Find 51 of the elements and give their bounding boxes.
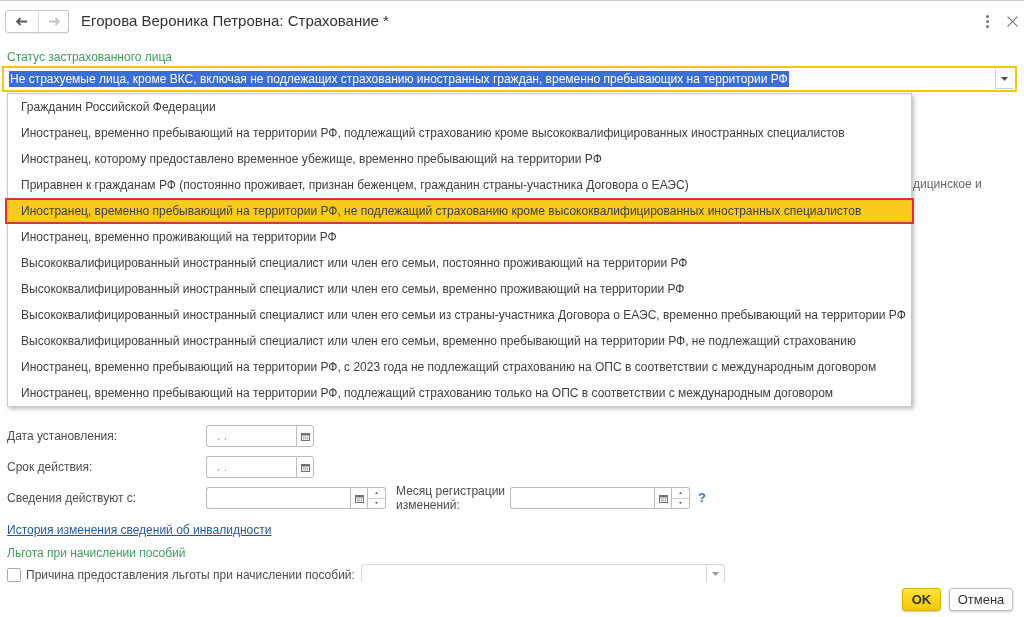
field-label: Дата установления: bbox=[7, 428, 119, 444]
calendar-icon bbox=[354, 493, 364, 503]
history-link[interactable]: История изменения сведений об инвалидности bbox=[7, 522, 272, 538]
field-label: дицинское и bbox=[913, 176, 982, 192]
dropdown-option[interactable]: Высококвалифицированный иностранный специалист или член его семьи из страны-участника Договора о ЕАЭС, временно пребывающий на территории РФ bbox=[8, 302, 911, 328]
date-field[interactable]: . . bbox=[206, 456, 296, 478]
window-title: Егорова Вероника Петровна: Страхование * bbox=[81, 12, 389, 30]
back-button[interactable] bbox=[5, 9, 39, 33]
dropdown-button[interactable] bbox=[995, 69, 1013, 89]
field-label: Срок действия: bbox=[7, 459, 94, 475]
section-title: Льгота при начислении пособий bbox=[7, 545, 186, 561]
dropdown-option[interactable]: Гражданин Российской Федерации bbox=[8, 94, 911, 120]
calendar-button[interactable] bbox=[350, 487, 368, 509]
dropdown-option[interactable]: Приравнен к гражданам РФ (постоянно проживает, признан беженцем, гражданин страны-участника Договора о ЕАЭС) bbox=[8, 172, 911, 198]
selected-text: Не страхуемые лица, кроме ВКС, включая не подлежащих страхованию иностранных граждан, временно пребывающих на территории РФ bbox=[9, 71, 789, 87]
month-field[interactable] bbox=[206, 487, 350, 509]
dropdown-option[interactable]: Иностранец, временно пребывающий на территории РФ, подлежащий страхованию кроме высококвалифицированных иностранных специалистов bbox=[8, 120, 911, 146]
checkbox-label: Причина предоставления льготы при начислении пособий: bbox=[26, 567, 356, 583]
calendar-icon bbox=[300, 462, 310, 472]
help-link[interactable]: ? bbox=[698, 490, 706, 506]
dropdown-option[interactable]: Иностранец, временно пребывающий на территории РФ, с 2023 года не подлежащий страхованию на ОПС в соответствии с международным договором bbox=[8, 354, 911, 380]
ok-button[interactable]: OK bbox=[902, 588, 941, 611]
calendar-icon bbox=[658, 493, 668, 503]
dropdown-option[interactable]: Высококвалифицированный иностранный специалист или член его семьи, временно проживающий на территории РФ bbox=[8, 276, 911, 302]
dropdown-option[interactable]: Высококвалифицированный иностранный специалист или член его семьи, временно пребывающий на территории РФ, не подлежащий страхованию bbox=[8, 328, 911, 354]
field-label: Статус застрахованного лица bbox=[7, 49, 173, 65]
combo-field[interactable]: Не страхуемые лица, кроме ВКС, включая не подлежащих страхованию иностранных граждан, временно пребывающих на территории РФ bbox=[2, 66, 1017, 92]
close-icon[interactable] bbox=[1007, 15, 1018, 27]
month-field[interactable] bbox=[510, 487, 654, 509]
caret-icon bbox=[1001, 76, 1008, 81]
field-label: Месяц регистрации изменений: bbox=[396, 484, 506, 512]
cancel-button[interactable]: Отмена bbox=[949, 588, 1013, 611]
dropdown-option[interactable]: Иностранец, которому предоставлено временное убежище, временно пребывающий на территории РФ bbox=[8, 146, 911, 172]
dropdown-option[interactable]: Иностранец, временно пребывающий на территории РФ, подлежащий страхованию только на ОПС в соответствии с международным договором bbox=[8, 380, 911, 406]
up-down-arrows-icon bbox=[679, 492, 682, 504]
dropdown-option[interactable]: Высококвалифицированный иностранный специалист или член его семьи, постоянно проживающий на территории РФ bbox=[8, 250, 911, 276]
calendar-button[interactable] bbox=[296, 425, 314, 447]
left-arrow-icon bbox=[16, 16, 28, 26]
calendar-icon bbox=[300, 431, 310, 441]
dropdown-option[interactable]: Иностранец, временно пребывающий на территории РФ, не подлежащий страхованию кроме высококвалифицированных иностранных специалистов bbox=[5, 198, 914, 224]
up-down-arrows-icon bbox=[375, 492, 378, 504]
field-label: Сведения действуют с: bbox=[7, 490, 138, 506]
dropdown-option[interactable]: Иностранец, временно проживающий на территории РФ bbox=[8, 224, 911, 250]
checkbox[interactable] bbox=[7, 568, 21, 582]
right-arrow-icon bbox=[47, 16, 60, 26]
select-field[interactable] bbox=[361, 564, 725, 582]
vertical-dots-icon[interactable] bbox=[986, 14, 989, 28]
caret-icon bbox=[712, 571, 719, 576]
calendar-button[interactable] bbox=[296, 456, 314, 478]
date-field[interactable]: . . bbox=[206, 425, 296, 447]
calendar-button[interactable] bbox=[654, 487, 672, 509]
